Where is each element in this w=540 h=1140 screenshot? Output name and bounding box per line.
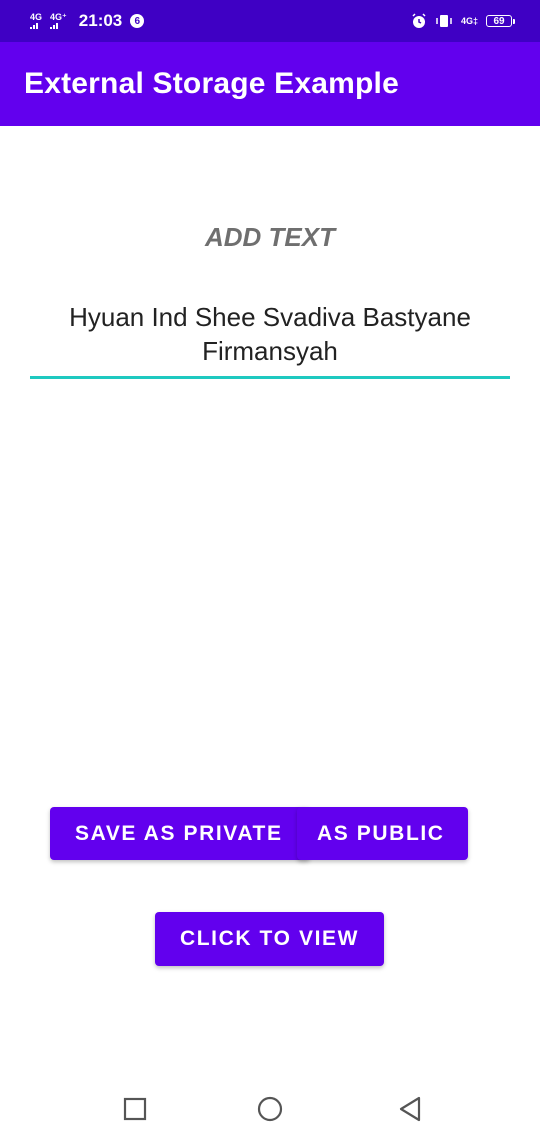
app-title: External Storage Example [24,67,399,100]
back-icon[interactable] [397,1096,423,1122]
signal-icon-sim2: 4G⁺ [50,13,67,29]
click-to-view-button[interactable]: CLICK TO VIEW [155,912,384,966]
signal-icon-sim1: 4G [30,13,42,29]
save-as-private-button[interactable]: SAVE AS PRIVATE [50,807,310,860]
recent-apps-icon[interactable] [122,1096,148,1122]
text-input[interactable]: Hyuan Ind Shee Svadiva Bastyane Firmansy… [30,300,510,379]
app-bar: External Storage Example [0,42,540,126]
text-input-underline [30,376,510,379]
status-left: 4G 4G⁺ 21:03 6 [30,11,145,31]
home-icon[interactable] [257,1096,283,1122]
status-right: 4G‡ 69 [411,13,515,29]
vibrate-icon [436,15,452,27]
battery-icon: 69 [486,15,515,27]
status-time: 21:03 [78,11,123,30]
network-label-2: 4G⁺ [50,12,67,22]
navigation-bar [0,1080,540,1140]
alarm-icon [412,13,426,28]
mobile-data-icon: 4G‡ [460,16,478,26]
add-text-heading: ADD TEXT [205,222,335,252]
save-as-public-button[interactable]: AS PUBLIC [297,807,468,860]
network-label-1: 4G [30,12,43,22]
notification-count-badge: 6 [130,14,145,28]
text-input-value[interactable]: Hyuan Ind Shee Svadiva Bastyane Firmansy… [30,300,510,376]
status-bar: 4G 4G⁺ 21:03 6 4G‡ 69 [0,0,540,42]
